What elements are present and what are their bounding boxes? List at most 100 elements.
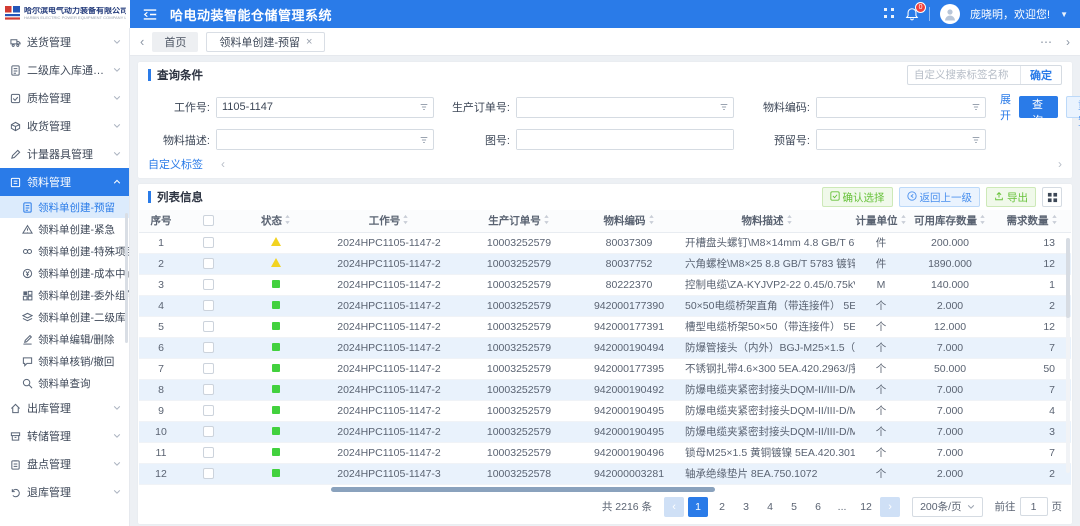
column-header[interactable]: 需求数量 <box>993 210 1071 232</box>
table-row[interactable]: 92024HPC1105-1147-2100032525799420001904… <box>139 400 1071 421</box>
sidebar-subitem[interactable]: 领料单查询 <box>0 372 129 394</box>
tabs-more-icon[interactable]: ⋯ <box>1040 35 1052 49</box>
column-header[interactable]: 计量单位 <box>855 210 907 232</box>
checkbox-cell[interactable] <box>183 421 233 442</box>
checkbox-cell[interactable] <box>183 400 233 421</box>
page-number[interactable]: 6 <box>808 497 828 517</box>
checkbox-cell[interactable] <box>183 463 233 484</box>
production-order-no-input[interactable] <box>517 98 714 117</box>
select-all-column-header[interactable] <box>183 210 233 232</box>
column-header[interactable]: 物料编码 <box>579 210 679 232</box>
sidebar-item[interactable]: 转储管理 <box>0 422 129 450</box>
row-checkbox[interactable] <box>203 363 214 374</box>
row-checkbox[interactable] <box>203 447 214 458</box>
filter-icon[interactable] <box>966 98 985 117</box>
filter-icon[interactable] <box>966 130 985 149</box>
sidebar-item[interactable]: 质检管理 <box>0 84 129 112</box>
table-row[interactable]: 52024HPC1105-1147-2100032525799420001773… <box>139 316 1071 337</box>
table-row[interactable]: 32024HPC1105-1147-21000325257980222370控制… <box>139 274 1071 295</box>
tag-scroll-left-icon[interactable]: ‹ <box>221 157 225 171</box>
column-header[interactable]: 物料描述 <box>679 210 855 232</box>
row-checkbox[interactable] <box>203 342 214 353</box>
filter-icon[interactable] <box>414 130 433 149</box>
select-all-checkbox[interactable] <box>203 215 214 226</box>
sort-icon[interactable] <box>1051 214 1058 228</box>
sidebar-item[interactable]: 盘点管理 <box>0 450 129 478</box>
tabs-forward-icon[interactable]: › <box>1066 35 1070 49</box>
work-no-input[interactable] <box>217 98 414 117</box>
prev-page-icon[interactable]: ‹ <box>664 497 684 517</box>
table-row[interactable]: 22024HPC1105-1147-21000325257980037752六角… <box>139 253 1071 274</box>
row-checkbox[interactable] <box>203 426 214 437</box>
expand-filters-link[interactable]: 展开 <box>1000 91 1011 123</box>
sort-icon[interactable] <box>979 214 986 228</box>
column-header[interactable]: 生产订单号 <box>459 210 579 232</box>
page-number[interactable]: 4 <box>760 497 780 517</box>
sidebar-subitem[interactable]: 领料单创建-二级库 <box>0 306 129 328</box>
row-checkbox[interactable] <box>203 258 214 269</box>
tab-requisition-reserve[interactable]: 领料单创建-预留× <box>206 32 325 52</box>
sidebar-scrollbar[interactable] <box>125 213 128 343</box>
sidebar-subitem[interactable]: 领料单创建-成本中心 <box>0 262 129 284</box>
sidebar-subitem[interactable]: 领料单创建-紧急 <box>0 218 129 240</box>
row-checkbox[interactable] <box>203 300 214 311</box>
sidebar-item[interactable]: 送货管理 <box>0 28 129 56</box>
next-page-icon[interactable]: › <box>880 497 900 517</box>
table-row[interactable]: 112024HPC1105-1147-210003252579942000190… <box>139 442 1071 463</box>
checkbox-cell[interactable] <box>183 232 233 253</box>
reset-button[interactable]: 重置 <box>1066 96 1080 118</box>
tabs-back-icon[interactable]: ‹ <box>140 34 144 49</box>
sort-icon[interactable] <box>648 214 655 228</box>
collapse-sidebar-icon[interactable] <box>142 8 158 21</box>
checkbox-cell[interactable] <box>183 316 233 337</box>
hscrollbar-thumb[interactable] <box>331 487 715 492</box>
tag-scroll-right-icon[interactable]: › <box>1058 157 1062 171</box>
page-number[interactable]: 2 <box>712 497 732 517</box>
reserve-no-input[interactable] <box>817 130 966 149</box>
sidebar-item[interactable]: 计量器具管理 <box>0 140 129 168</box>
row-checkbox[interactable] <box>203 237 214 248</box>
sidebar-item[interactable]: 收货管理 <box>0 112 129 140</box>
user-greeting[interactable]: 庞晓明，欢迎您! <box>970 6 1050 22</box>
back-to-parent-button[interactable]: 返回上一级 <box>899 187 981 207</box>
notification-bell-icon[interactable]: 0 <box>905 7 919 21</box>
column-settings-icon[interactable] <box>1042 187 1062 207</box>
sidebar-item[interactable]: 二级库入库通知单 <box>0 56 129 84</box>
sort-icon[interactable] <box>284 214 291 228</box>
column-header[interactable]: 状态 <box>233 210 319 232</box>
sidebar-subitem[interactable]: 领料单创建-特殊项目 <box>0 240 129 262</box>
user-menu-caret-icon[interactable]: ▼ <box>1060 10 1068 19</box>
tab-home[interactable]: 首页 <box>152 32 198 52</box>
sidebar-item[interactable]: 退库管理 <box>0 478 129 506</box>
tab-close-icon[interactable]: × <box>306 36 312 48</box>
checkbox-cell[interactable] <box>183 253 233 274</box>
filter-icon[interactable] <box>714 98 733 117</box>
sort-icon[interactable] <box>402 214 409 228</box>
table-row[interactable]: 12024HPC1105-1147-21000325257980037309开槽… <box>139 232 1071 253</box>
page-number[interactable]: 12 <box>856 497 876 517</box>
sort-icon[interactable] <box>543 214 550 228</box>
sidebar-subitem[interactable]: 领料单核销/撤回 <box>0 350 129 372</box>
page-size-select[interactable]: 200条/页 <box>912 497 982 517</box>
vscrollbar-thumb[interactable] <box>1066 238 1070 318</box>
row-checkbox[interactable] <box>203 384 214 395</box>
sidebar-item[interactable]: 领料管理 <box>0 168 129 196</box>
table-row[interactable]: 102024HPC1105-1147-210003252579942000190… <box>139 421 1071 442</box>
fullscreen-grid-icon[interactable] <box>883 7 895 22</box>
page-number[interactable]: 1 <box>688 497 708 517</box>
export-button[interactable]: 导出 <box>986 187 1036 207</box>
drawing-no-input[interactable] <box>517 130 733 149</box>
sort-icon[interactable] <box>786 214 793 228</box>
sort-icon[interactable] <box>900 214 907 228</box>
row-checkbox[interactable] <box>203 279 214 290</box>
table-row[interactable]: 42024HPC1105-1147-2100032525799420001773… <box>139 295 1071 316</box>
custom-search-tag-input[interactable] <box>908 69 1020 81</box>
sidebar-subitem[interactable]: 领料单创建-委外组件 <box>0 284 129 306</box>
page-number[interactable]: 5 <box>784 497 804 517</box>
checkbox-cell[interactable] <box>183 442 233 463</box>
table-row[interactable]: 62024HPC1105-1147-2100032525799420001904… <box>139 337 1071 358</box>
table-row[interactable]: 122024HPC1105-1147-310003252578942000003… <box>139 463 1071 484</box>
column-header[interactable]: 可用库存数量 <box>907 210 993 232</box>
table-row[interactable]: 72024HPC1105-1147-2100032525799420001773… <box>139 358 1071 379</box>
row-checkbox[interactable] <box>203 468 214 479</box>
